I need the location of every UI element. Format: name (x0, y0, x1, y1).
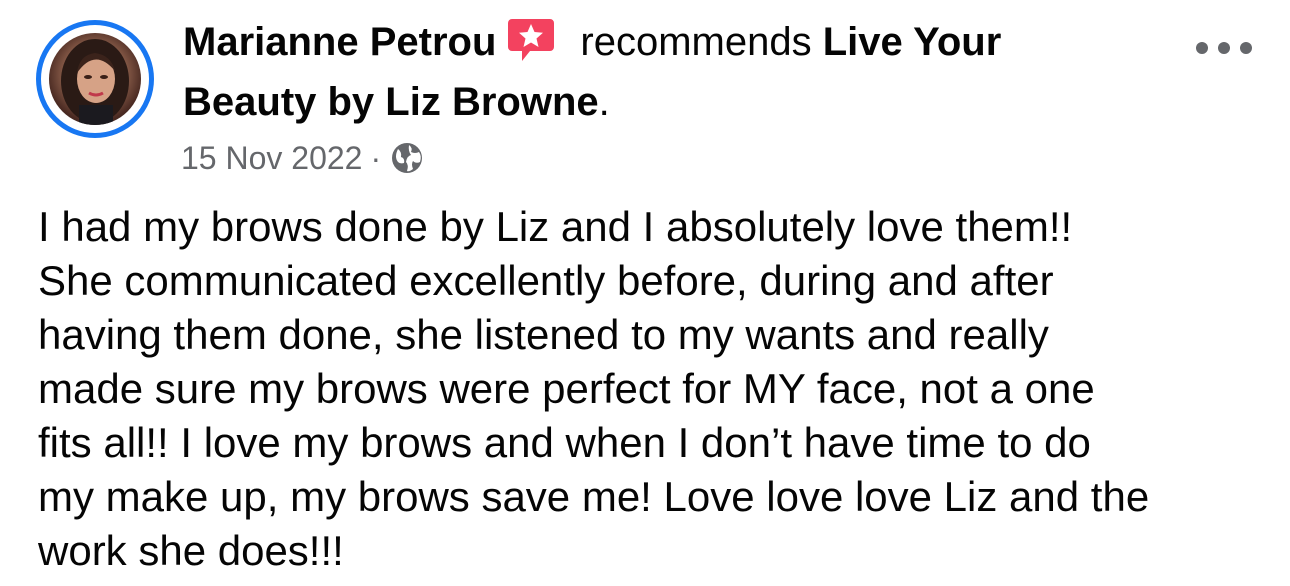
post-header-line-2: Beauty by Liz Browne. (183, 78, 610, 126)
review-line: fits all!! I love my brows and when I do… (38, 419, 1091, 466)
action-text: recommends (580, 20, 812, 64)
post-date[interactable]: 15 Nov 2022 (181, 138, 362, 178)
globe-icon[interactable] (389, 140, 425, 176)
more-dot (1240, 42, 1252, 54)
author-name[interactable]: Marianne Petrou (183, 20, 496, 64)
review-line: my make up, my brows save me! Love love … (38, 473, 1150, 520)
more-dot (1218, 42, 1230, 54)
review-text: I had my brows done by Liz and I absolut… (38, 200, 1268, 578)
review-line: She communicated excellently before, dur… (38, 257, 1054, 304)
profile-avatar-ring[interactable] (36, 20, 154, 138)
post-meta: 15 Nov 2022 · (181, 138, 425, 178)
review-line: having them done, she listened to my wan… (38, 311, 1049, 358)
recommended-page-name[interactable]: Live Your (823, 20, 1002, 64)
page-name-period: . (598, 80, 610, 124)
more-dot (1196, 42, 1208, 54)
review-line: made sure my brows were perfect for MY f… (38, 365, 1095, 412)
more-options-icon[interactable] (1196, 30, 1252, 66)
review-line: I had my brows done by Liz and I absolut… (38, 203, 1073, 250)
meta-separator: · (370, 140, 382, 176)
avatar[interactable] (49, 33, 141, 125)
recommended-page-name-continued[interactable]: Beauty by Liz Browne (183, 80, 599, 124)
recommendation-star-icon (506, 17, 556, 63)
avatar-photo (61, 39, 129, 125)
post-header-line-1: Marianne Petrou recommends Live Your (183, 18, 1001, 67)
recommendation-post: Marianne Petrou recommends Live Your Beau… (0, 0, 1290, 586)
review-line: work she does!!! (38, 527, 344, 574)
